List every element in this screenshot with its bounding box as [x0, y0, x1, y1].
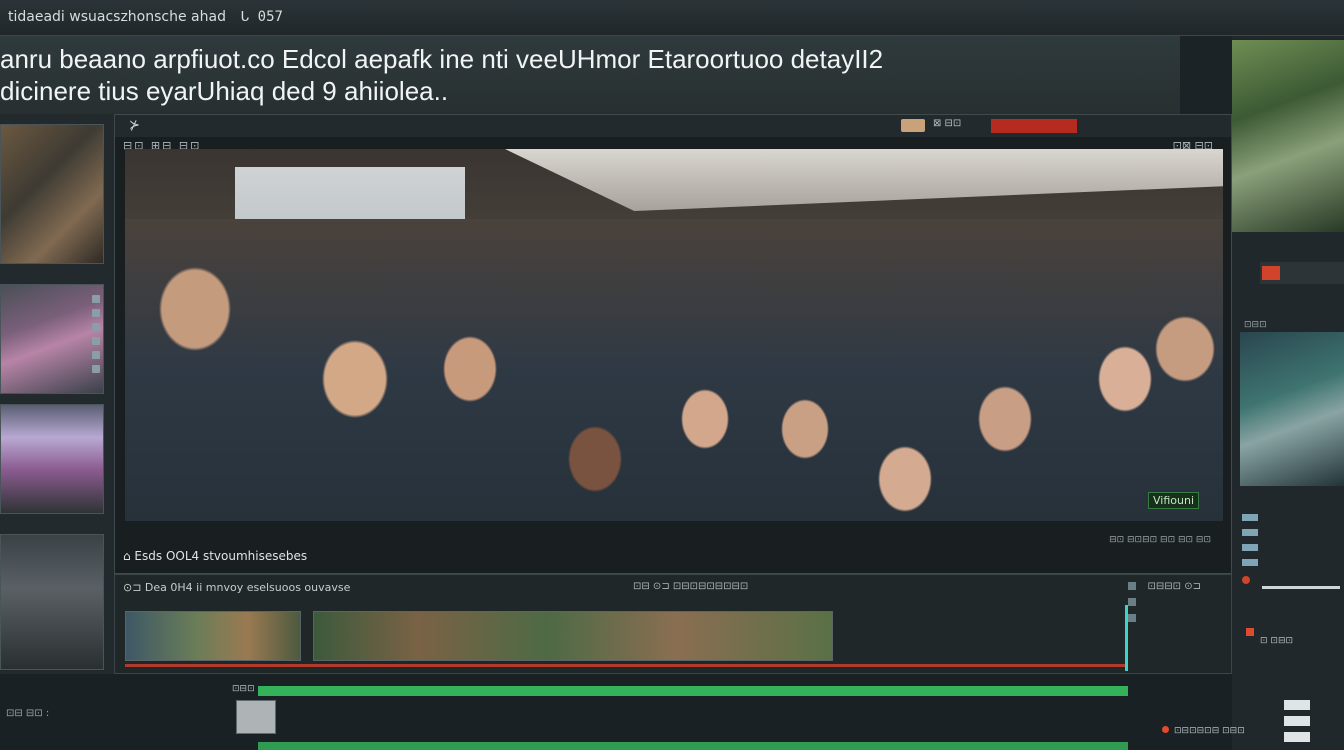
timeline-header: ⊙⊐ Dea 0H4 ii mnvoy eselsuoos ouvavse [123, 581, 351, 594]
slider-knob-icon[interactable] [1242, 576, 1250, 584]
volume-slider[interactable] [1262, 586, 1340, 589]
tool-icon[interactable] [1242, 529, 1258, 536]
media-thumbnail[interactable] [0, 124, 104, 264]
headline-line-1: anru beaano arpfiuot.co Edcol aepafk ine… [0, 44, 884, 74]
record-chip[interactable] [901, 119, 925, 132]
viewer-header: ⊁ ⊠ ⊟⊡ [115, 115, 1231, 137]
app-title: tidaeadi wsuacszhonsche ahad ᒐ 057 [8, 9, 283, 25]
bottom-clip[interactable] [236, 700, 276, 734]
caption-badge: Vifiouni [1148, 492, 1199, 509]
tool-icon[interactable] [1128, 582, 1136, 590]
timeline-panel: ⊙⊐ Dea 0H4 ii mnvoy eselsuoos ouvavse ⊡⊟… [114, 574, 1232, 674]
tool-icon[interactable] [92, 337, 100, 345]
tool-icon[interactable] [92, 295, 100, 303]
title-bar: tidaeadi wsuacszhonsche ahad ᒐ 057 [0, 0, 1344, 36]
tool-icon[interactable] [1242, 514, 1258, 521]
bottom-left-label: ⊡⊟ ⊟⊡ : [6, 708, 50, 719]
tool-icon[interactable] [1128, 614, 1136, 622]
tool-icon[interactable] [1128, 598, 1136, 606]
tool-icon[interactable] [92, 309, 100, 317]
media-thumbnail[interactable] [0, 404, 104, 514]
tool-icon[interactable] [1242, 559, 1258, 566]
right-thumbnail[interactable] [1240, 332, 1344, 486]
left-media-panel [0, 114, 114, 674]
left-tool-icons [92, 289, 106, 379]
timeline-side-icons [1128, 574, 1138, 674]
panel-button[interactable] [1284, 700, 1310, 710]
right-chip[interactable] [1260, 262, 1344, 284]
video-crowd [125, 219, 1223, 521]
tool-icon[interactable] [92, 323, 100, 331]
right-tool-icons [1242, 506, 1258, 574]
app-logo-icon: ⊁ [129, 118, 140, 133]
timeline-clip[interactable] [125, 611, 301, 661]
caption-subtext: ⊟⊡ ⊟⊡⊟⊡ ⊟⊡ ⊟⊡ ⊟⊡ [1109, 535, 1211, 545]
tool-icon[interactable] [92, 365, 100, 373]
timeline-clip[interactable] [313, 611, 833, 661]
record-indicator-icon [1262, 266, 1280, 280]
tool-icon[interactable] [92, 351, 100, 359]
video-track [125, 611, 1125, 667]
audio-track-band[interactable] [258, 742, 1128, 750]
audio-track-band[interactable] [258, 686, 1128, 696]
timecode-readout: ⌂ Esds OOL4 stvoumhisesebes [123, 549, 308, 563]
panel-button[interactable] [1284, 732, 1310, 742]
tool-icon[interactable] [1242, 544, 1258, 551]
right-bottom-label: ⊡ ⊡⊟⊡ [1260, 636, 1294, 646]
video-ceiling [505, 149, 1223, 211]
right-buttons [1284, 694, 1310, 748]
media-thumbnail[interactable] [0, 534, 104, 670]
right-label: ⊡⊟⊡ [1244, 320, 1267, 330]
record-meta: ⊠ ⊟⊡ [933, 118, 962, 129]
app-title-text: tidaeadi wsuacszhonsche ahad [8, 9, 226, 25]
media-thumbnail[interactable] [0, 284, 104, 394]
status-dot-icon [1246, 628, 1254, 636]
right-panel: ⊡⊟⊡ ⊡ ⊡⊟⊡ ⊡⊟⊡⊟⊡⊟ ⊡⊟⊡ [1174, 36, 1344, 750]
bottom-time-label: ⊡⊟⊡ [232, 684, 255, 694]
record-status: ⊡⊟⊡⊟⊡⊟ ⊡⊟⊡ [1162, 726, 1245, 736]
headline-band: anru beaano arpfiuot.co Edcol aepafk ine… [0, 36, 1180, 114]
timeline-right-controls[interactable]: ⊡⊟⊟⊡ ⊙⊐ [1148, 581, 1201, 592]
headline-line-2: dicinere tius eyarUhiaq ded 9 ahiiolea.. [0, 76, 449, 106]
timeline-controls[interactable]: ⊡⊟ ⊙⊐ ⊡⊟⊡⊟⊡⊟⊡⊟⊡ [633, 581, 748, 592]
app-title-symbol: ᒐ 057 [240, 9, 283, 25]
video-frame[interactable]: Vifiouni [125, 149, 1223, 521]
panel-button[interactable] [1284, 716, 1310, 726]
preview-viewer: ⊁ ⊠ ⊟⊡ ⊟⊡ ⊞⊟ ⊟⊡ ⊡⊠ ⊟⊡ Vifiouni ⊟⊡ ⊟⊡⊟⊡ ⊟… [114, 114, 1232, 574]
right-thumbnail[interactable] [1232, 40, 1344, 232]
record-level-bar [991, 119, 1077, 133]
